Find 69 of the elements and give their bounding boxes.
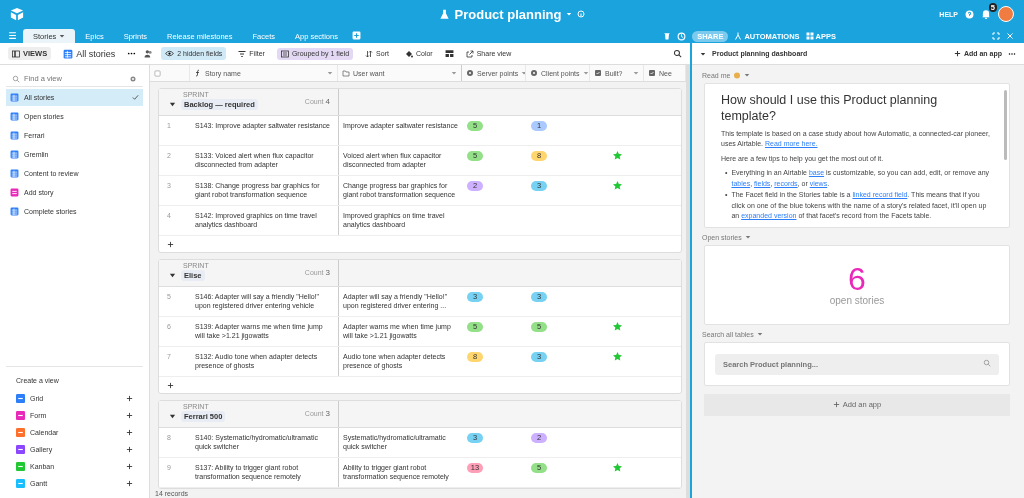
plus-icon xyxy=(832,401,840,408)
search-icon xyxy=(983,358,991,367)
caret-icon xyxy=(744,72,751,78)
info-icon xyxy=(577,10,586,18)
help-icon xyxy=(965,9,974,19)
search-icon xyxy=(12,74,20,83)
row-height-icon xyxy=(444,49,454,58)
grid-view-icon xyxy=(10,169,19,178)
caret-icon xyxy=(582,70,589,76)
plus-icon xyxy=(126,480,133,487)
collapse-caret-icon xyxy=(169,101,176,108)
history-icon xyxy=(677,31,687,41)
grid-view-icon xyxy=(10,207,19,216)
logo-icon xyxy=(10,7,24,21)
flask-icon xyxy=(438,8,450,20)
check-icon xyxy=(132,94,139,101)
plus-icon xyxy=(126,446,133,453)
sidebar-icon xyxy=(12,49,20,58)
checkbox-icon xyxy=(594,69,602,77)
expand-icon xyxy=(992,32,1000,40)
eye-icon xyxy=(165,49,175,58)
add-tab-icon xyxy=(351,31,361,40)
count-value: 3 xyxy=(325,409,330,418)
filter-icon xyxy=(238,49,247,58)
menu-icon xyxy=(8,31,17,40)
group-icon xyxy=(280,49,289,58)
plus-icon xyxy=(126,412,133,419)
caret-icon xyxy=(59,33,66,39)
bell-icon xyxy=(981,9,991,19)
grid-view-icon xyxy=(10,150,19,159)
plus-icon xyxy=(953,50,961,57)
add-row-icon xyxy=(167,240,174,248)
caret-icon xyxy=(327,70,333,76)
summary-number: 6 xyxy=(848,263,866,295)
summary-caption: open stories xyxy=(829,295,885,306)
grid-view-icon xyxy=(10,112,19,121)
avatar[interactable] xyxy=(998,6,1014,22)
form-view-icon xyxy=(10,188,19,197)
collapse-caret-icon xyxy=(169,413,176,420)
caret-icon xyxy=(566,11,573,17)
view-switcher[interactable]: All stories xyxy=(59,46,120,61)
grid-view-icon xyxy=(10,131,19,140)
plus-icon xyxy=(126,463,133,470)
count-value: 4 xyxy=(325,97,330,106)
sort-icon xyxy=(365,49,374,58)
formula-icon xyxy=(194,69,202,77)
grid-icon xyxy=(63,48,74,59)
count-value: 3 xyxy=(325,268,330,277)
caret-icon xyxy=(451,70,457,76)
plus-icon xyxy=(126,395,133,402)
caret-icon xyxy=(744,234,751,240)
checkbox-icon xyxy=(154,69,161,77)
caret-icon xyxy=(756,331,763,337)
caret-icon xyxy=(700,50,706,57)
people-icon xyxy=(144,49,154,58)
checkbox-icon xyxy=(648,69,656,77)
search-icon xyxy=(673,49,682,58)
collapse-caret-icon xyxy=(169,272,176,279)
apps-icon xyxy=(805,32,814,40)
plus-icon xyxy=(126,429,133,436)
share-icon xyxy=(465,49,474,58)
readme-heading: How should I use this Product planning template? xyxy=(721,92,939,125)
trash-icon xyxy=(663,32,672,40)
automations-icon xyxy=(734,32,743,40)
grid-view-icon xyxy=(10,93,19,102)
add-row-icon xyxy=(167,381,174,389)
paint-bucket-icon xyxy=(404,49,413,58)
close-icon xyxy=(1006,32,1014,40)
caret-icon xyxy=(633,70,639,76)
